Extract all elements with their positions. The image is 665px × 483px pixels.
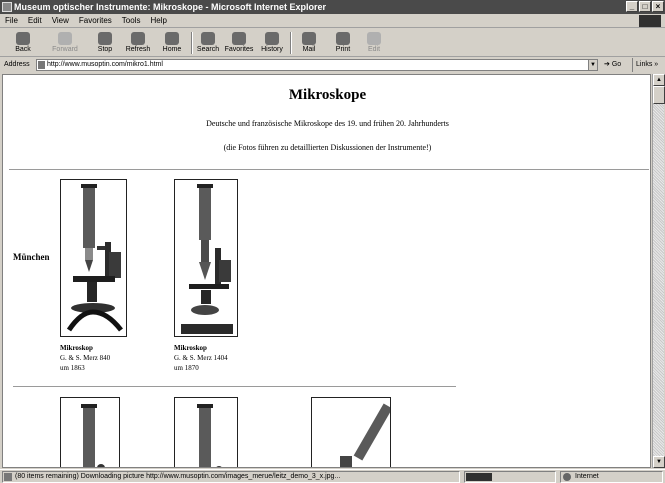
microscope-image-icon [340,403,390,467]
windows-logo-icon [639,15,661,27]
address-input[interactable]: http://www.musoptin.com/mikro1.html ▼ [36,59,598,71]
status-bar: (80 items remaining) Downloading picture… [0,469,665,483]
close-button[interactable]: × [652,1,664,12]
favorites-icon [232,32,246,45]
edit-button[interactable]: Edit [362,30,386,56]
print-button[interactable]: Print [330,30,356,56]
search-button[interactable]: Search [194,30,222,56]
toolbar-separator [191,32,193,54]
globe-icon [563,473,571,481]
security-zone: Internet [560,471,663,483]
search-icon [201,32,215,45]
go-label: Go [611,61,622,68]
favorites-label: Favorites [224,46,254,53]
mail-button[interactable]: Mail [296,30,322,56]
page-subtitle: Deutsche und französische Mikroskope des… [206,119,449,128]
microscope-image-icon [197,404,222,467]
microscope-image-icon [181,184,233,334]
caption-date: um 1870 [174,364,199,372]
vertical-scrollbar[interactable]: ▲ ▼ [652,74,665,468]
caption-name: Mikroskop [174,344,207,352]
microscope-photo-2[interactable] [174,179,238,337]
progress-fill [466,473,492,481]
window-title: Museum optischer Instrumente: Mikroskope… [14,2,327,12]
forward-button[interactable]: Forward [48,30,82,56]
stop-label: Stop [97,46,113,53]
browser-window: Museum optischer Instrumente: Mikroskope… [0,0,665,483]
menu-help[interactable]: Help [145,14,171,28]
mail-icon [302,32,316,45]
address-url: http://www.musoptin.com/mikro1.html [47,61,163,68]
title-bar: Museum optischer Instrumente: Mikroskope… [0,0,665,14]
forward-label: Forward [52,46,78,53]
address-dropdown-arrow[interactable]: ▼ [588,60,597,70]
scroll-down-arrow-icon[interactable]: ▼ [653,456,665,468]
history-icon [265,32,279,45]
status-text: (80 items remaining) Downloading picture… [15,473,341,480]
back-label: Back [15,46,31,53]
address-label: Address [4,61,30,68]
edit-label: Edit [367,46,381,53]
refresh-button[interactable]: Refresh [123,30,153,56]
back-arrow-icon [16,32,30,45]
menu-file[interactable]: File [0,14,23,28]
zone-label: Internet [575,473,599,480]
progress-bar [464,471,556,483]
address-bar: Address http://www.musoptin.com/mikro1.h… [0,58,665,72]
status-message: (80 items remaining) Downloading picture… [2,471,460,483]
favorites-button[interactable]: Favorites [223,30,255,56]
home-icon [165,32,179,45]
minimize-button[interactable]: _ [626,1,638,12]
page-loading-icon [4,473,12,481]
go-button[interactable]: ➔ Go [604,58,621,72]
scroll-thumb[interactable] [653,86,665,104]
refresh-icon [131,32,145,45]
print-label: Print [335,46,351,53]
history-label: History [261,46,283,53]
links-label: Links [636,61,653,68]
page-content: Mikroskope Deutsche und französische Mik… [2,74,651,468]
menu-view[interactable]: View [47,14,74,28]
divider [9,169,649,170]
links-button[interactable]: Links » [632,58,658,72]
microscope-photo-5[interactable] [311,397,391,467]
ie-icon [2,2,12,12]
caption-1: Mikroskop G. & S. Merz 840 um 1863 [60,343,110,373]
edit-icon [367,32,381,45]
caption-2: Mikroskop G. & S. Merz 1404 um 1870 [174,343,228,373]
back-button[interactable]: Back [8,30,38,56]
caption-maker: G. & S. Merz 840 [60,354,111,362]
page-icon [38,61,45,69]
microscope-photo-1[interactable] [60,179,127,337]
home-button[interactable]: Home [158,30,186,56]
scroll-up-arrow-icon[interactable]: ▲ [653,74,665,86]
mail-label: Mail [302,46,316,53]
history-button[interactable]: History [258,30,286,56]
refresh-label: Refresh [125,46,151,53]
menu-bar: File Edit View Favorites Tools Help [0,14,665,28]
microscope-image-icon [81,404,105,467]
menu-edit[interactable]: Edit [23,14,47,28]
row-label-munchen: München [13,252,50,262]
menu-favorites[interactable]: Favorites [74,14,117,28]
page-note: (die Fotos führen zu detaillierten Disku… [223,143,432,152]
page-title: Mikroskope [288,87,367,103]
caption-name: Mikroskop [60,344,93,352]
divider [13,386,456,387]
microscope-photo-3[interactable] [60,397,120,467]
stop-icon [98,32,112,45]
search-label: Search [196,46,220,53]
stop-button[interactable]: Stop [92,30,118,56]
maximize-button[interactable]: □ [639,1,651,12]
toolbar-separator [290,32,292,54]
home-label: Home [162,46,182,53]
caption-date: um 1863 [60,364,85,372]
microscope-photo-4[interactable] [174,397,238,467]
toolbar: Back Forward Stop Refresh Home Search Fa… [0,29,665,57]
print-icon [336,32,350,45]
microscope-image-icon [66,184,123,332]
forward-arrow-icon [58,32,72,45]
caption-maker: G. & S. Merz 1404 [174,354,228,362]
menu-tools[interactable]: Tools [117,14,146,28]
